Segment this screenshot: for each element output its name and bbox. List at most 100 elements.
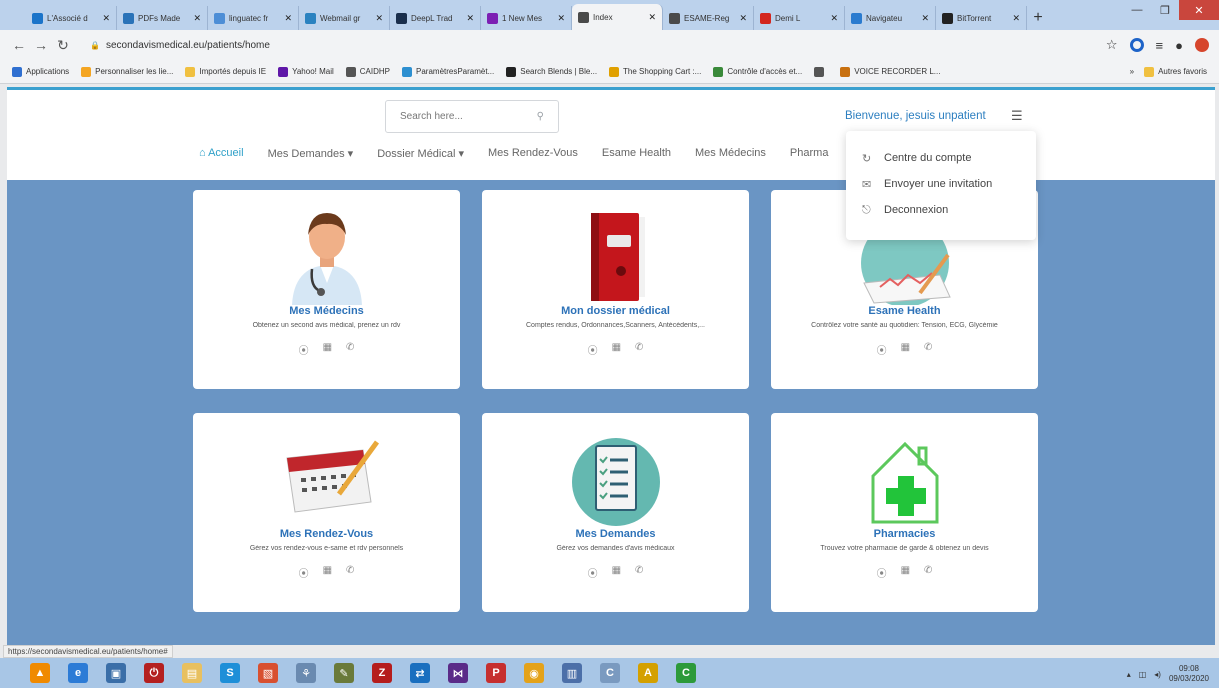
close-tab-icon[interactable]: ✕ — [921, 13, 929, 24]
close-window-icon[interactable]: ✕ — [1179, 0, 1219, 20]
close-tab-icon[interactable]: ✕ — [375, 13, 383, 24]
browser-tab[interactable]: L'Associé d ✕ — [26, 6, 117, 30]
p-app-icon[interactable]: P — [486, 663, 506, 683]
phone-icon[interactable]: ✆ — [346, 565, 354, 580]
vlc-icon[interactable]: ▲ — [30, 663, 50, 683]
bookmark-item[interactable]: The Shopping Cart :... — [609, 66, 701, 77]
bookmark-item[interactable]: Yahoo! Mail — [278, 66, 334, 77]
video-icon[interactable]: ⦿ — [877, 342, 887, 357]
bookmark-item[interactable]: Applications — [12, 66, 69, 77]
nav-item[interactable]: ⌂ Accueil — [199, 147, 244, 160]
tool-icon[interactable]: ✎ — [334, 663, 354, 683]
welcome-message[interactable]: Bienvenue, jesuis unpatient — [845, 110, 986, 122]
extension-icon[interactable] — [1129, 38, 1144, 52]
search-input[interactable]: Search here... ⚲ — [385, 100, 559, 133]
video-icon[interactable]: ⦿ — [588, 565, 598, 580]
close-tab-icon[interactable]: ✕ — [1012, 13, 1020, 24]
ie-icon[interactable]: e — [68, 663, 88, 683]
visual-studio-icon[interactable]: ⋈ — [448, 663, 468, 683]
volume-icon[interactable]: ◂) — [1154, 670, 1161, 679]
browser-tab[interactable]: Demi L ✕ — [754, 6, 845, 30]
forward-icon[interactable]: → — [32, 37, 50, 53]
filezilla-icon[interactable]: Z — [372, 663, 392, 683]
close-tab-icon[interactable]: ✕ — [284, 13, 292, 24]
video-icon[interactable]: ⦿ — [299, 565, 309, 580]
browser-tab[interactable]: BitTorrent ✕ — [936, 6, 1027, 30]
search-icon[interactable]: ⚲ — [537, 111, 544, 122]
browser-tab[interactable]: PDFs Made ✕ — [117, 6, 208, 30]
a-app-icon[interactable]: A — [638, 663, 658, 683]
menu-list-icon[interactable]: ≡ — [1156, 38, 1164, 53]
more-bookmarks-button[interactable]: » — [1130, 67, 1134, 76]
close-tab-icon[interactable]: ✕ — [739, 13, 747, 24]
browser-tab[interactable]: linguatec fr ✕ — [208, 6, 299, 30]
teamviewer-icon[interactable]: ⇄ — [410, 663, 430, 683]
phone-icon[interactable]: ✆ — [346, 342, 354, 357]
nav-item[interactable]: Mes Demandes ▾ — [268, 147, 354, 160]
calendar-icon[interactable]: ▦ — [323, 565, 332, 580]
card-title[interactable]: Pharmacies — [771, 528, 1038, 540]
browser-tab[interactable]: Navigateu ✕ — [845, 6, 936, 30]
dropdown-item-logout[interactable]: ⎋ Deconnexion — [862, 197, 1020, 223]
network-icon[interactable]: ⚘ — [296, 663, 316, 683]
video-icon[interactable]: ⦿ — [588, 342, 598, 357]
browser-tab[interactable]: Webmail gr ✕ — [299, 6, 390, 30]
back-icon[interactable]: ← — [10, 37, 28, 53]
clock[interactable]: 09:08 09/03/2020 — [1169, 664, 1209, 684]
bookmark-item[interactable]: VOICE RECORDER L... — [840, 66, 940, 77]
maximize-icon[interactable]: ❐ — [1151, 0, 1179, 20]
camtasia-icon[interactable]: C — [676, 663, 696, 683]
chrome-icon[interactable]: ◉ — [524, 663, 544, 683]
dropdown-item-account[interactable]: ↻ Centre du compte — [862, 145, 1020, 171]
bookmark-item[interactable]: Importés depuis IE — [185, 66, 266, 77]
card-pharmacies[interactable]: Pharmacies Trouvez votre pharmacie de ga… — [771, 413, 1038, 612]
close-tab-icon[interactable]: ✕ — [648, 12, 656, 23]
card-medecins[interactable]: Mes Médecins Obtenez un second avis médi… — [193, 190, 460, 389]
bookmark-item[interactable]: Search Blends | Ble... — [506, 66, 597, 77]
user-menu-icon[interactable]: ☰ — [1011, 108, 1023, 124]
tray-arrow-icon[interactable]: ▴ — [1127, 670, 1131, 679]
browser-tab[interactable]: DeepL Trad ✕ — [390, 6, 481, 30]
bookmark-item[interactable]: ParamètresParamèt... — [402, 66, 494, 77]
new-tab-button[interactable]: + — [1027, 6, 1049, 30]
card-title[interactable]: Mes Rendez-Vous — [193, 528, 460, 540]
skype-icon[interactable]: S — [220, 663, 240, 683]
network-tray-icon[interactable]: ◫ — [1139, 670, 1147, 679]
card-title[interactable]: Mon dossier médical — [482, 305, 749, 317]
calendar-icon[interactable]: ▦ — [612, 342, 621, 357]
calendar-icon[interactable]: ▦ — [612, 565, 621, 580]
opera-icon[interactable] — [1195, 38, 1209, 52]
bookmark-item[interactable]: Personnaliser les lie... — [81, 66, 173, 77]
profile-icon[interactable]: ● — [1175, 38, 1183, 53]
card-title[interactable]: Mes Demandes — [482, 528, 749, 540]
close-tab-icon[interactable]: ✕ — [466, 13, 474, 24]
calendar-icon[interactable]: ▦ — [901, 565, 910, 580]
c-app-icon[interactable]: C — [600, 663, 620, 683]
browser-tab[interactable]: ESAME-Reg ✕ — [663, 6, 754, 30]
folder-icon[interactable]: ▤ — [182, 663, 202, 683]
calendar-icon[interactable]: ▦ — [901, 342, 910, 357]
phone-icon[interactable]: ✆ — [924, 565, 932, 580]
nav-item[interactable]: Esame Health — [602, 147, 671, 160]
browser-tab[interactable]: Index ✕ — [572, 4, 663, 30]
url-field[interactable]: 🔒 secondavismedical.eu/patients/home — [90, 40, 1106, 51]
nav-item[interactable]: Mes Rendez-Vous — [488, 147, 578, 160]
bookmark-item[interactable] — [814, 66, 828, 77]
other-bookmarks-folder[interactable]: Autres favoris — [1144, 66, 1207, 77]
card-dossier[interactable]: Mon dossier médical Comptes rendus, Ordo… — [482, 190, 749, 389]
star-icon[interactable]: ☆ — [1106, 37, 1118, 53]
card-title[interactable]: Esame Health — [771, 305, 1038, 317]
notepad-icon[interactable]: ▥ — [562, 663, 582, 683]
minimize-icon[interactable]: — — [1123, 0, 1151, 20]
dropdown-item-invite[interactable]: ✉ Envoyer une invitation — [862, 171, 1020, 197]
close-tab-icon[interactable]: ✕ — [102, 13, 110, 24]
bookmark-item[interactable]: Contrôle d'accès et... — [713, 66, 802, 77]
video-icon[interactable]: ⦿ — [877, 565, 887, 580]
nav-item[interactable]: Dossier Médical ▾ — [377, 147, 464, 160]
card-title[interactable]: Mes Médecins — [193, 305, 460, 317]
nav-item[interactable]: Mes Médecins — [695, 147, 766, 160]
card-rendez-vous[interactable]: Mes Rendez-Vous Gérez vos rendez-vous e-… — [193, 413, 460, 612]
reload-icon[interactable]: ↻ — [54, 37, 72, 54]
close-tab-icon[interactable]: ✕ — [830, 13, 838, 24]
card-demandes[interactable]: Mes Demandes Gérez vos demandes d'avis m… — [482, 413, 749, 612]
